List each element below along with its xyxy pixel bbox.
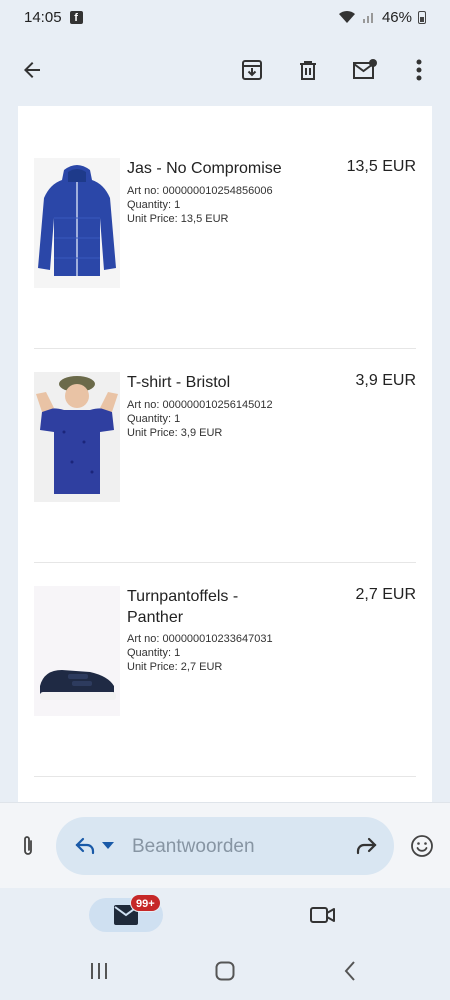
- product-image-tshirt: [34, 372, 120, 502]
- status-bar: 14:05 f 46%: [0, 0, 450, 34]
- product-name: Jas - No Compromise: [127, 160, 282, 177]
- reply-options-button[interactable]: [98, 828, 118, 864]
- archive-icon: [242, 60, 262, 80]
- archive-button[interactable]: [234, 52, 270, 88]
- home-button[interactable]: [207, 953, 243, 989]
- arrow-back-icon: [24, 62, 40, 78]
- forward-button[interactable]: [348, 828, 384, 864]
- product-quantity: Quantity: 1: [127, 647, 181, 659]
- back-button[interactable]: [14, 52, 50, 88]
- product-unit-price: Unit Price: 3,9 EUR: [127, 427, 223, 439]
- system-nav-bar: [0, 942, 450, 1000]
- reply-icon: [75, 837, 95, 855]
- nav-meet[interactable]: [305, 897, 341, 933]
- signal-icon: [362, 13, 373, 23]
- reply-bar: Beantwoorden: [0, 802, 450, 888]
- product-name: Turnpantoffels - Panther: [127, 588, 239, 626]
- product-art-no: Art no: 000000010233647031: [127, 633, 273, 645]
- product-name: T-shirt - Bristol: [127, 374, 231, 391]
- product-price: 3,9 EUR: [355, 372, 416, 389]
- home-icon: [215, 961, 235, 981]
- product-unit-price: Unit Price: 2,7 EUR: [127, 661, 223, 673]
- divider: [34, 776, 416, 777]
- attach-button[interactable]: [10, 828, 46, 864]
- more-options-button[interactable]: [401, 52, 437, 88]
- recents-button[interactable]: [81, 953, 117, 989]
- unread-count-badge: 99+: [130, 894, 161, 912]
- recents-icon: [91, 963, 107, 979]
- product-quantity: Quantity: 1: [127, 199, 181, 211]
- product-image-jacket: [34, 158, 120, 288]
- product-art-no: Art no: 000000010256145012: [127, 399, 273, 411]
- facebook-icon: f: [69, 10, 83, 24]
- status-time: 14:05: [24, 8, 62, 26]
- chevron-down-icon: [102, 842, 114, 849]
- bottom-nav: [0, 888, 450, 942]
- divider: [34, 562, 416, 563]
- battery-percent: 46%: [381, 8, 412, 26]
- battery-icon: [418, 10, 426, 24]
- wifi-icon: [338, 10, 355, 23]
- divider: [34, 348, 416, 349]
- app-bar: [0, 34, 450, 106]
- reply-input[interactable]: Beantwoorden: [56, 817, 394, 875]
- mark-unread-button[interactable]: [347, 52, 383, 88]
- delete-icon: [300, 61, 316, 80]
- more-vert-icon: [416, 59, 422, 81]
- back-nav-button[interactable]: [332, 953, 368, 989]
- forward-icon: [356, 837, 377, 855]
- emoji-icon: [411, 835, 433, 857]
- product-art-no: Art no: 000000010254856006: [127, 185, 273, 197]
- product-price: 2,7 EUR: [355, 586, 416, 603]
- product-image-shoe: [34, 586, 120, 716]
- order-item: Turnpantoffels - Panther 2,7 EUR Art no:…: [34, 586, 416, 766]
- paperclip-icon: [24, 836, 32, 855]
- order-item: T-shirt - Bristol 3,9 EUR Art no: 000000…: [34, 372, 416, 552]
- email-body[interactable]: Jas - No Compromise 13,5 EUR Art no: 000…: [18, 106, 432, 802]
- chevron-left-icon: [344, 961, 355, 981]
- product-quantity: Quantity: 1: [127, 413, 181, 425]
- mark-unread-icon: [353, 59, 377, 79]
- emoji-button[interactable]: [404, 828, 440, 864]
- delete-button[interactable]: [290, 52, 326, 88]
- video-camera-icon: [310, 907, 335, 923]
- order-item: Jas - No Compromise 13,5 EUR Art no: 000…: [34, 158, 416, 338]
- product-unit-price: Unit Price: 13,5 EUR: [127, 213, 229, 225]
- reply-placeholder: Beantwoorden: [132, 836, 255, 857]
- product-price: 13,5 EUR: [346, 158, 416, 175]
